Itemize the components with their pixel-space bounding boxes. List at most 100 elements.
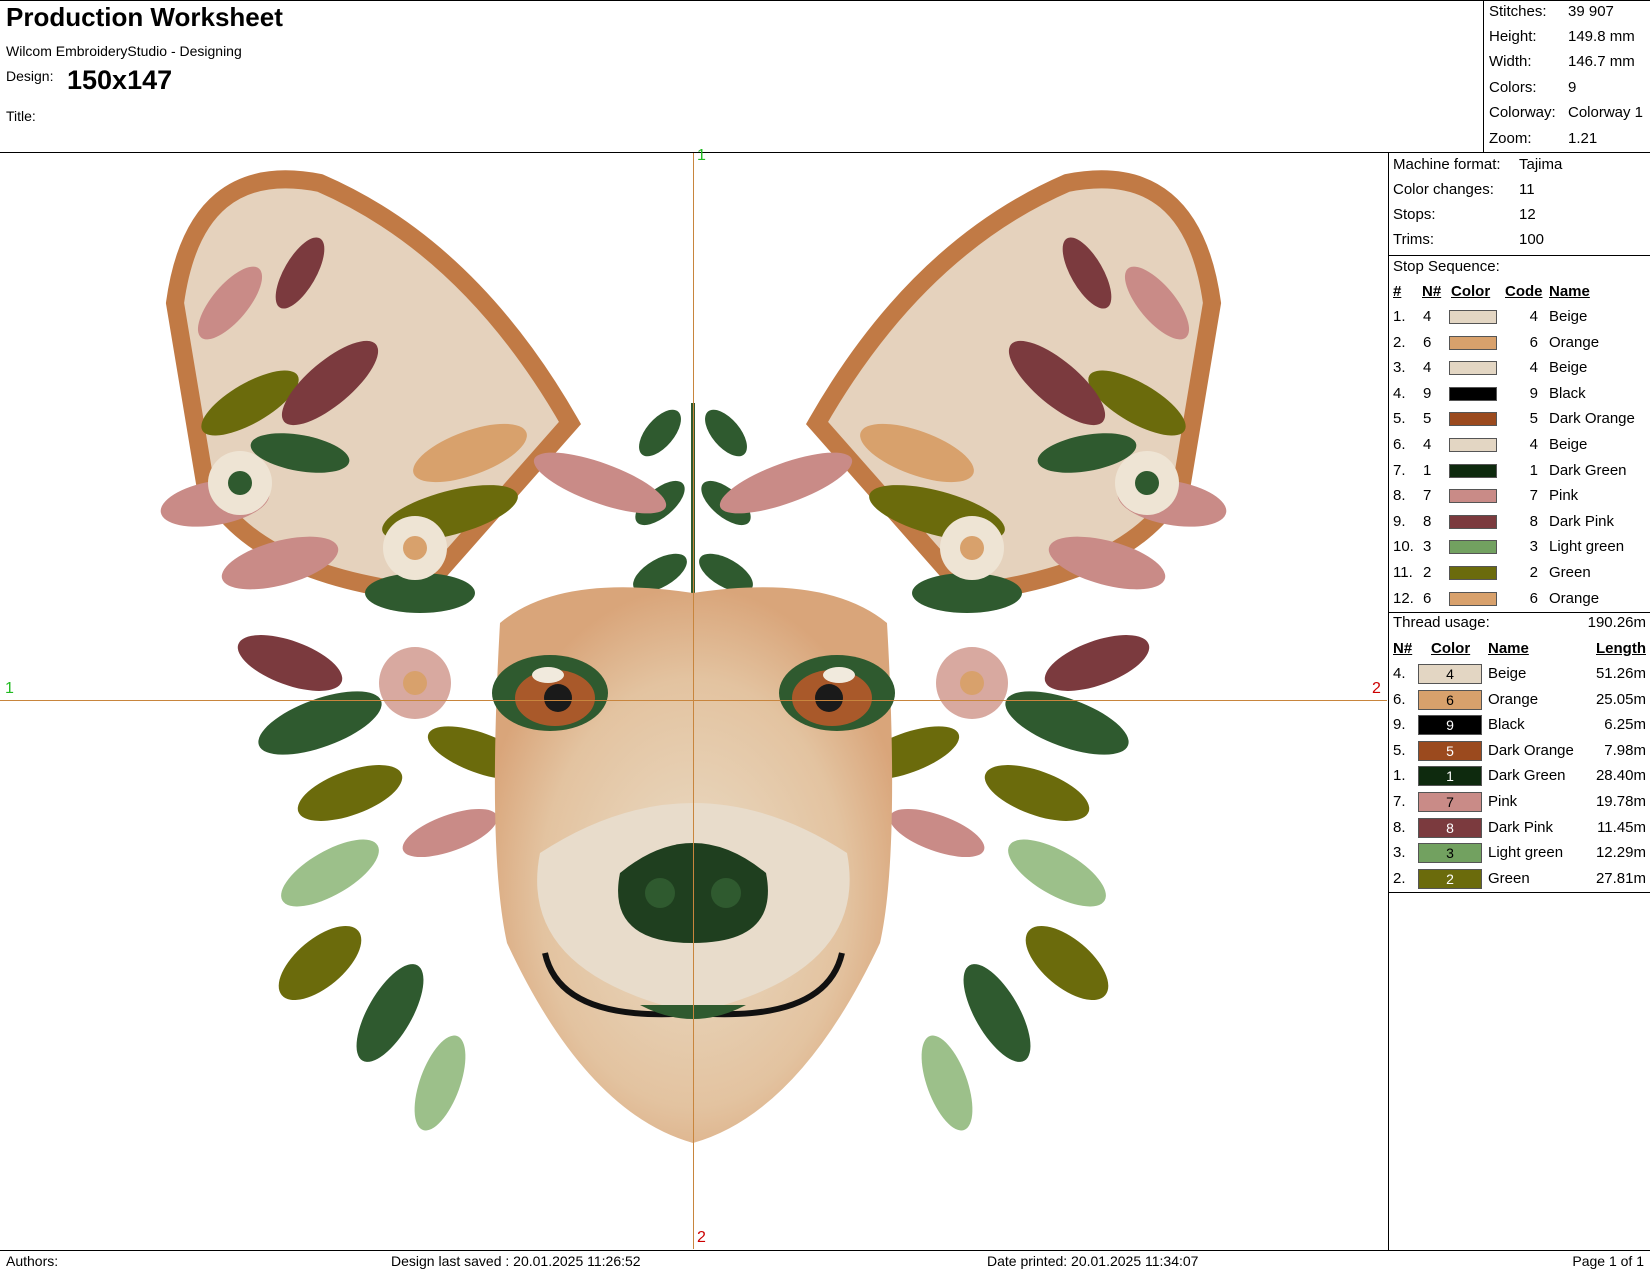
- stop-row-num: 5.: [1393, 410, 1406, 428]
- thread-header-length: Length: [1596, 640, 1646, 657]
- stop-row-code: 2: [1529, 564, 1538, 581]
- stop-row-n: 6: [1423, 589, 1432, 607]
- stop-header-name: Name: [1549, 283, 1590, 300]
- thread-row-length: 51.26m: [1595, 665, 1646, 682]
- thread-row-n: 1.: [1393, 767, 1406, 785]
- stop-row-n: 6: [1423, 333, 1432, 351]
- stop-row-swatch: [1449, 335, 1497, 350]
- thread-row-n: 6.: [1393, 690, 1406, 708]
- zoom-value: 1.21: [1568, 130, 1598, 147]
- thread-row-n: 8.: [1393, 818, 1406, 836]
- stops-label: Stops:: [1393, 206, 1436, 223]
- stops-divider: [1388, 612, 1650, 613]
- right-ear: [805, 170, 1222, 603]
- stop-header-code: Code: [1505, 283, 1543, 300]
- thread-row-n: 7.: [1393, 793, 1406, 810]
- stop-row-swatch: [1449, 591, 1497, 606]
- stop-row-name: Beige: [1549, 308, 1588, 325]
- stop-row-num: 12.: [1393, 589, 1414, 607]
- stop-row-n: 8: [1423, 512, 1432, 530]
- thread-row-length: 6.25m: [1604, 716, 1646, 734]
- stop-row-num: 10.: [1393, 538, 1414, 556]
- thread-row-name: Pink: [1488, 793, 1518, 810]
- colors-value: 9: [1568, 79, 1577, 96]
- left-eye: [492, 655, 608, 731]
- stop-row-n: 4: [1423, 359, 1432, 377]
- stop-row-name: Beige: [1549, 436, 1588, 453]
- stop-row-swatch: [1449, 566, 1497, 580]
- stop-row-num: 8.: [1393, 487, 1406, 505]
- footer-authors: Authors:: [6, 1253, 59, 1269]
- thread-header-name: Name: [1488, 640, 1529, 657]
- stop-row-name: Orange: [1549, 589, 1600, 607]
- thread-row-n: 2.: [1393, 869, 1406, 887]
- thread-row-name: Dark Green: [1488, 767, 1566, 785]
- width-value: 146.7 mm: [1568, 53, 1635, 70]
- thread-row-swatch: 6: [1418, 689, 1482, 710]
- stop-row-name: Light green: [1549, 538, 1625, 556]
- summary-divider: [1483, 0, 1484, 152]
- stop-row-code: 8: [1529, 512, 1538, 530]
- stop-row-name: Dark Orange: [1549, 410, 1635, 428]
- stop-row-num: 4.: [1393, 384, 1406, 402]
- stop-row-num: 7.: [1393, 461, 1406, 479]
- design-canvas[interactable]: 1 2 1 2: [0, 147, 1387, 1249]
- design-label: Design:: [6, 68, 54, 84]
- thread-row-swatch: 9: [1418, 715, 1482, 736]
- thread-row-name: Orange: [1488, 690, 1539, 708]
- stop-row-num: 2.: [1393, 333, 1406, 351]
- color-changes-label: Color changes:: [1393, 181, 1494, 198]
- right-eye: [779, 655, 895, 731]
- stop-row-code: 6: [1529, 333, 1538, 351]
- sidepanel-divider: [1388, 152, 1389, 1250]
- thread-row-name: Light green: [1488, 844, 1564, 862]
- thread-row-n: 9.: [1393, 716, 1406, 734]
- stop-row-n: 4: [1423, 308, 1432, 325]
- stop-header-color: Color: [1451, 283, 1491, 300]
- stop-row-code: 4: [1529, 308, 1538, 325]
- thread-usage-title: Thread usage:: [1393, 614, 1490, 631]
- stop-row-num: 6.: [1393, 436, 1406, 453]
- thread-row-length: 27.81m: [1595, 869, 1646, 887]
- stop-row-swatch: [1449, 361, 1497, 376]
- colorway-label: Colorway:: [1489, 104, 1556, 121]
- stop-row-code: 9: [1529, 384, 1538, 402]
- thread-row-length: 11.45m: [1597, 818, 1646, 836]
- stop-row-code: 3: [1529, 538, 1538, 556]
- height-value: 149.8 mm: [1568, 28, 1635, 45]
- stop-row-n: 9: [1423, 384, 1432, 402]
- color-changes-value: 11: [1519, 181, 1535, 198]
- stop-row-code: 4: [1529, 436, 1538, 453]
- thread-row-name: Dark Orange: [1488, 741, 1574, 759]
- stop-row-n: 3: [1423, 538, 1432, 556]
- zoom-label: Zoom:: [1489, 130, 1532, 147]
- thread-row-name: Beige: [1488, 665, 1527, 682]
- machine-divider: [1388, 255, 1650, 256]
- machine-format-value: Tajima: [1519, 156, 1563, 173]
- stop-row-code: 6: [1529, 589, 1538, 607]
- thread-row-length: 19.78m: [1595, 793, 1646, 810]
- stop-row-swatch: [1449, 386, 1497, 401]
- stop-row-swatch: [1449, 514, 1497, 529]
- stop-row-swatch: [1449, 438, 1497, 452]
- crosshair-label-top: 1: [697, 147, 706, 164]
- thread-header-n: N#: [1393, 640, 1413, 657]
- stop-row-name: Beige: [1549, 359, 1588, 377]
- stop-row-n: 5: [1423, 410, 1432, 428]
- stop-row-num: 9.: [1393, 512, 1406, 530]
- crosshair-label-left: 1: [5, 680, 14, 697]
- thread-row-length: 28.40m: [1595, 767, 1646, 785]
- stop-row-name: Green: [1549, 564, 1591, 581]
- stop-row-n: 4: [1423, 436, 1432, 453]
- stop-sequence-title: Stop Sequence:: [1393, 258, 1500, 275]
- footer-date-printed: Date printed: 20.01.2025 11:34:07: [987, 1253, 1199, 1269]
- thread-row-length: 25.05m: [1595, 690, 1646, 708]
- stop-row-n: 7: [1423, 487, 1432, 505]
- stop-header-num: #: [1393, 283, 1402, 300]
- footer-last-saved: Design last saved : 20.01.2025 11:26:52: [391, 1253, 641, 1269]
- stitches-value: 39 907: [1568, 3, 1614, 20]
- crosshair-label-bottom: 2: [697, 1229, 706, 1246]
- thread-row-name: Black: [1488, 716, 1525, 734]
- thread-row-swatch: 5: [1418, 740, 1482, 761]
- stop-row-num: 11.: [1393, 564, 1413, 581]
